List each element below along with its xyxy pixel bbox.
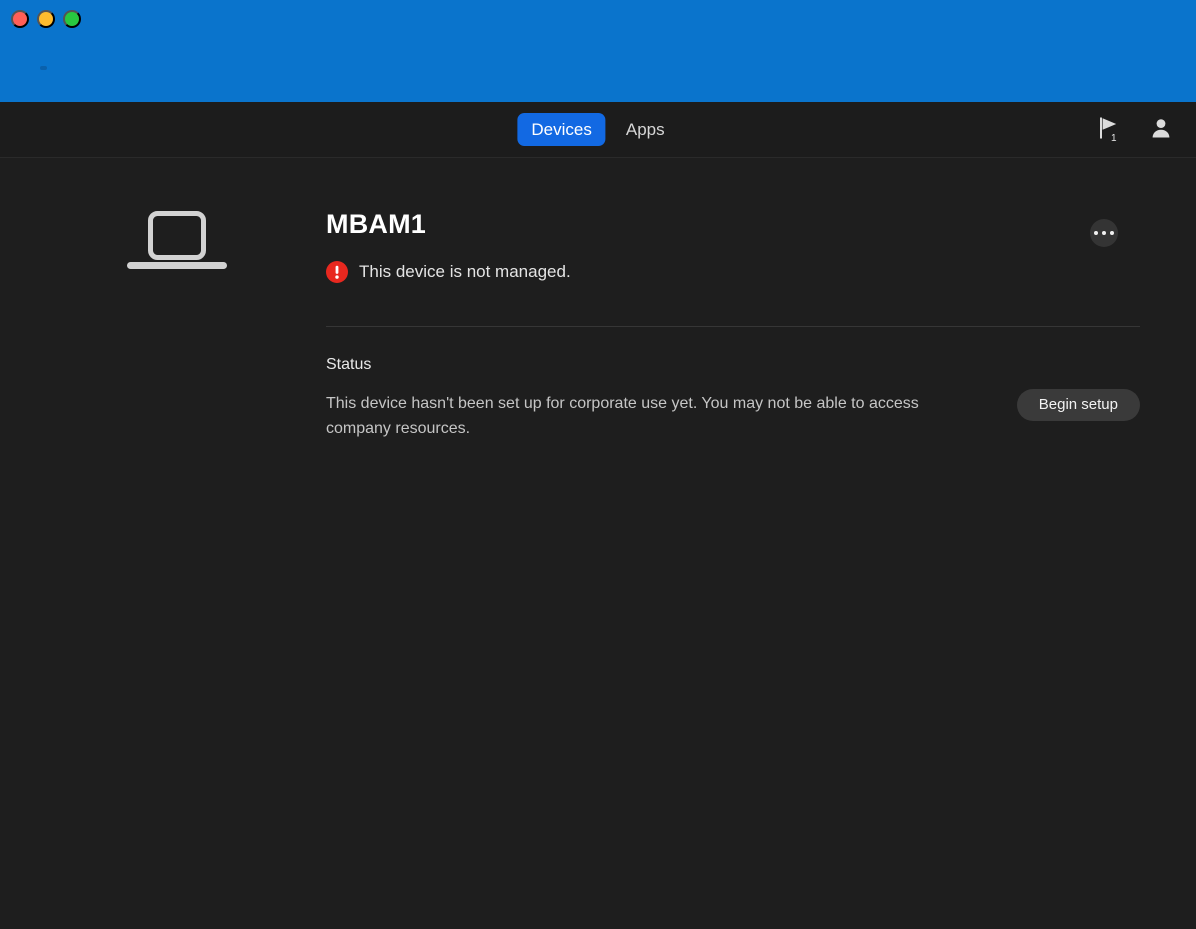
status-description: This device hasn't been set up for corpo… — [326, 394, 919, 437]
device-header: MBAM1 This device is not managed. — [326, 158, 1140, 283]
management-status-text: This device is not managed. — [359, 262, 571, 282]
alert-circle-icon — [326, 260, 348, 283]
person-icon — [1149, 116, 1173, 143]
main-navigation-bar: Devices Apps 1 — [0, 102, 1196, 158]
device-detail-content: MBAM1 This device is not managed. Status… — [0, 158, 1196, 929]
flag-badge-count: 1 — [1111, 132, 1117, 144]
tab-apps[interactable]: Apps — [612, 113, 679, 146]
overflow-menu-button[interactable] — [1090, 219, 1118, 247]
section-divider — [326, 325, 1140, 327]
laptop-icon — [126, 210, 228, 280]
management-status-row: This device is not managed. — [326, 260, 1140, 283]
status-section: Status This device hasn't been set up fo… — [326, 355, 1140, 442]
tab-devices[interactable]: Devices — [517, 113, 606, 146]
overflow-dot — [1101, 230, 1107, 236]
status-heading: Status — [326, 355, 372, 373]
begin-setup-button[interactable]: Begin setup — [1016, 388, 1140, 421]
overflow-dot — [1109, 230, 1115, 236]
overflow-dot — [1093, 230, 1099, 236]
nav-tab-group: Devices Apps — [517, 102, 678, 157]
device-name-title: MBAM1 — [326, 209, 426, 239]
device-detail-pane: MBAM1 This device is not managed. Status… — [326, 158, 1140, 441]
traffic-light-controls — [11, 10, 81, 28]
account-button[interactable] — [1148, 115, 1174, 145]
maximize-window-button[interactable] — [63, 10, 81, 28]
titlebar-artifact — [40, 66, 47, 70]
close-window-button[interactable] — [11, 10, 29, 28]
window-titlebar — [0, 0, 1196, 102]
nav-right-actions: 1 — [1096, 102, 1174, 157]
minimize-window-button[interactable] — [37, 10, 55, 28]
flag-button[interactable]: 1 — [1096, 115, 1122, 145]
app-window: Devices Apps 1 MBAM1 This device is not … — [0, 0, 1196, 929]
